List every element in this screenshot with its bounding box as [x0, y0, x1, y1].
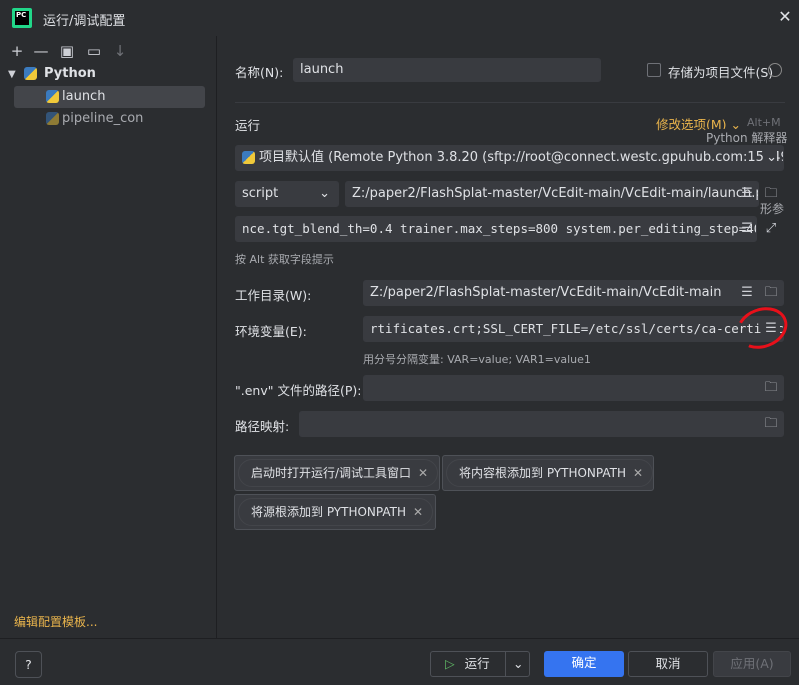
python-icon [46, 112, 59, 125]
close-icon[interactable]: ✕ [776, 8, 794, 26]
env-field[interactable]: rtificates.crt;SSL_CERT_FILE=/etc/ssl/ce… [363, 316, 784, 342]
tree-item-launch[interactable]: launch [14, 86, 205, 108]
ok-button[interactable]: 确定 [544, 651, 624, 677]
tree-group-label: Python [43, 66, 96, 81]
new-folder-icon[interactable]: ▭ [85, 42, 103, 60]
script-params-field[interactable]: nce.tgt_blend_th=0.4 trainer.max_steps=8… [235, 216, 757, 242]
tree-item-label: pipeline_con [62, 111, 144, 126]
workdir-label: 工作目录(W): [235, 288, 312, 303]
copy-icon[interactable]: ▣ [58, 42, 76, 60]
pathmap-field[interactable] [299, 411, 784, 437]
expand-text-icon[interactable]: ☰ [738, 185, 756, 203]
sort-icon[interactable]: ↓ [111, 42, 129, 60]
close-icon[interactable]: ✕ [633, 460, 643, 486]
pycharm-logo-icon: PC [12, 8, 32, 28]
store-checkbox[interactable] [647, 63, 661, 77]
close-icon[interactable]: ✕ [413, 499, 423, 525]
python-icon [23, 67, 37, 80]
python-icon [46, 90, 59, 103]
env-hint: 用分号分隔变量: VAR=value; VAR1=value1 [363, 353, 591, 366]
dotenv-field[interactable] [363, 375, 784, 401]
chevron-down-icon: ⌄ [319, 186, 330, 201]
remove-icon[interactable]: — [32, 42, 50, 60]
chip-open-tool-window[interactable]: 启动时打开运行/调试工具窗口 ✕ [238, 459, 439, 487]
alt-hint: 按 Alt 获取字段提示 [235, 253, 334, 266]
expand-text-icon[interactable]: ☰ [738, 284, 756, 302]
run-icon: ▷ [445, 656, 455, 671]
tree-item-pipeline-con[interactable]: pipeline_con [14, 108, 205, 130]
tree-item-label: launch [62, 89, 106, 104]
add-icon[interactable]: + [8, 42, 26, 60]
chevron-down-icon[interactable]: ⌄ [513, 652, 523, 676]
close-icon[interactable]: ✕ [418, 460, 428, 486]
separator [505, 652, 506, 676]
folder-icon[interactable]: 🗀 [762, 284, 780, 302]
folder-icon[interactable]: 🗀 [762, 379, 780, 397]
run-section-label: 运行 [235, 118, 261, 133]
window-title: 运行/调试配置 [43, 14, 126, 29]
name-label: 名称(N): [235, 65, 284, 80]
run-button[interactable]: ▷ 运行 ⌄ [430, 651, 530, 677]
annotation-circle [730, 300, 794, 356]
help-button[interactable]: ? [15, 651, 42, 678]
chip-content-root[interactable]: 将内容根添加到 PYTHONPATH ✕ [446, 459, 653, 487]
expand-icon[interactable]: ⤢ [762, 220, 780, 238]
title-bar: PC 运行/调试配置 ✕ [0, 0, 799, 36]
expand-text-icon[interactable]: ☰ [738, 220, 756, 238]
interpreter-select[interactable]: 项目默认值 (Remote Python 3.8.20 (sftp://root… [235, 145, 784, 171]
params-hint: 形参 [760, 202, 785, 216]
gear-icon[interactable] [768, 63, 782, 77]
edit-templates-link[interactable]: 编辑配置模板... [14, 613, 97, 630]
script-type-select[interactable]: script ⌄ [235, 181, 339, 207]
chip-source-root[interactable]: 将源根添加到 PYTHONPATH ✕ [238, 498, 433, 526]
apply-button[interactable]: 应用(A) [713, 651, 791, 677]
name-field[interactable]: launch [293, 58, 601, 82]
python-icon [242, 151, 255, 164]
tree-group-python[interactable]: ▼ Python [8, 66, 208, 86]
cancel-button[interactable]: 取消 [628, 651, 708, 677]
interpreter-hint: Python 解释器 [706, 129, 788, 146]
store-label: 存储为项目文件(S) [668, 65, 774, 80]
dotenv-label: ".env" 文件的路径(P): [235, 383, 362, 398]
script-path-field[interactable]: Z:/paper2/FlashSplat-master/VcEdit-main/… [345, 181, 759, 207]
workdir-field[interactable]: Z:/paper2/FlashSplat-master/VcEdit-main/… [363, 280, 784, 306]
chevron-down-icon: ⌄ [764, 146, 777, 170]
env-label: 环境变量(E): [235, 324, 307, 339]
chevron-down-icon[interactable]: ▼ [8, 69, 16, 80]
folder-icon[interactable]: 🗀 [762, 415, 780, 433]
modify-shortcut: Alt+M [747, 116, 781, 129]
divider [235, 102, 785, 103]
pathmap-label: 路径映射: [235, 419, 290, 434]
